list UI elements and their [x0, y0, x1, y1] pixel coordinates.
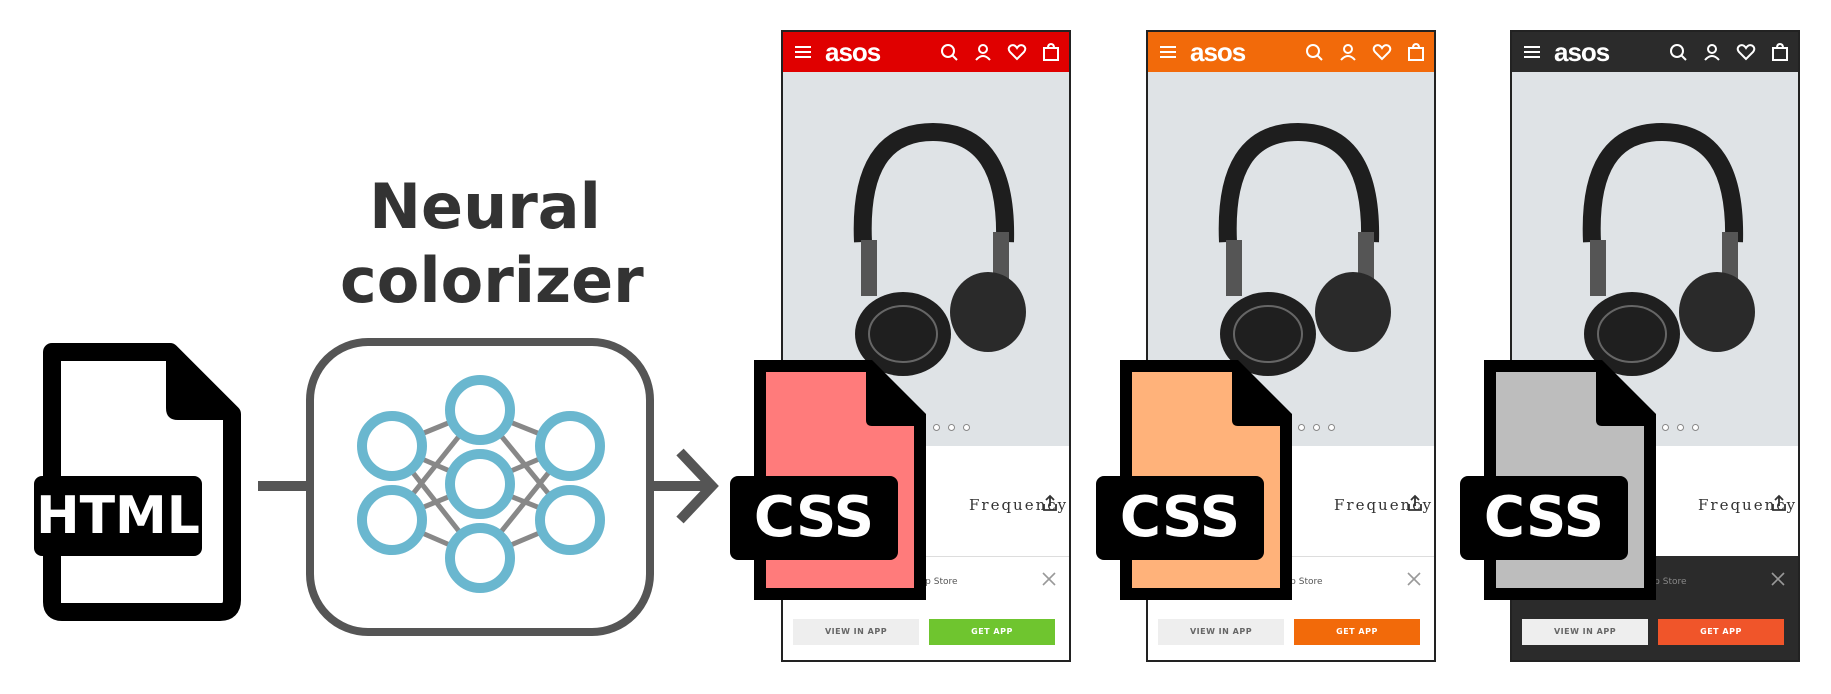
account-icon[interactable]: [1338, 42, 1358, 62]
get-app-button[interactable]: GET APP: [929, 619, 1055, 645]
carousel-dots[interactable]: [933, 424, 970, 431]
top-bar: asos: [1148, 32, 1434, 72]
get-app-button[interactable]: GET APP: [1658, 619, 1784, 645]
heart-icon[interactable]: [1007, 42, 1027, 62]
account-icon[interactable]: [973, 42, 993, 62]
asos-logo[interactable]: asos: [1554, 37, 1610, 68]
share-icon[interactable]: [1770, 494, 1788, 512]
close-icon[interactable]: [1770, 571, 1786, 587]
get-app-button[interactable]: GET APP: [1294, 619, 1420, 645]
css-label: CSS: [1096, 476, 1264, 560]
carousel-dots[interactable]: [1298, 424, 1335, 431]
close-icon[interactable]: [1406, 571, 1422, 587]
html-label: HTML: [34, 476, 202, 556]
account-icon[interactable]: [1702, 42, 1722, 62]
search-icon[interactable]: [1668, 42, 1688, 62]
bag-icon[interactable]: [1406, 42, 1426, 62]
share-icon[interactable]: [1406, 494, 1424, 512]
asos-logo[interactable]: asos: [1190, 37, 1246, 68]
menu-icon[interactable]: [1160, 46, 1176, 58]
search-icon[interactable]: [939, 42, 959, 62]
share-icon[interactable]: [1041, 494, 1059, 512]
asos-logo[interactable]: asos: [825, 37, 881, 68]
menu-icon[interactable]: [1524, 46, 1540, 58]
top-bar: asos: [783, 32, 1069, 72]
view-in-app-button[interactable]: VIEW IN APP: [1522, 619, 1648, 645]
view-in-app-button[interactable]: VIEW IN APP: [793, 619, 919, 645]
search-icon[interactable]: [1304, 42, 1324, 62]
bag-icon[interactable]: [1770, 42, 1790, 62]
heart-icon[interactable]: [1372, 42, 1392, 62]
css-label: CSS: [1460, 476, 1628, 560]
top-bar: asos: [1512, 32, 1798, 72]
bag-icon[interactable]: [1041, 42, 1061, 62]
menu-icon[interactable]: [795, 46, 811, 58]
heart-icon[interactable]: [1736, 42, 1756, 62]
view-in-app-button[interactable]: VIEW IN APP: [1158, 619, 1284, 645]
css-label: CSS: [730, 476, 898, 560]
carousel-dots[interactable]: [1662, 424, 1699, 431]
close-icon[interactable]: [1041, 571, 1057, 587]
